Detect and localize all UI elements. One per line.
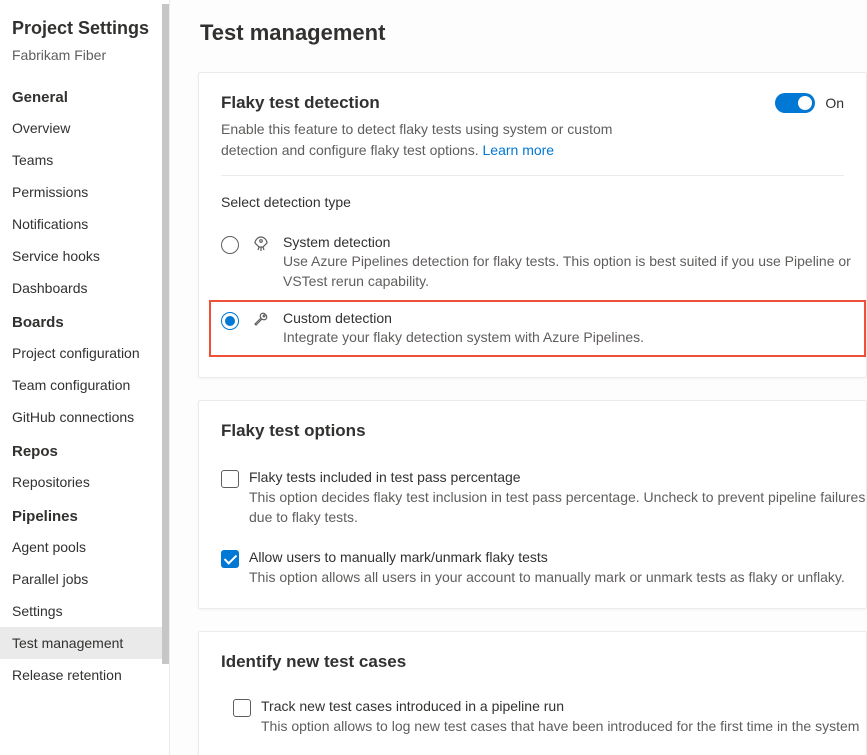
sidebar-item-dashboards[interactable]: Dashboards — [0, 272, 169, 304]
sidebar-item-github-connections[interactable]: GitHub connections — [0, 401, 169, 433]
radio-input-custom[interactable] — [221, 312, 239, 330]
radio-system-description: Use Azure Pipelines detection for flaky … — [283, 251, 856, 292]
page-title: Test management — [198, 20, 867, 46]
sidebar-item-teams[interactable]: Teams — [0, 144, 169, 176]
checkbox-track-new-title: Track new test cases introduced in a pip… — [261, 698, 866, 714]
flaky-options-title: Flaky test options — [221, 421, 866, 441]
sidebar-item-team-configuration[interactable]: Team configuration — [0, 369, 169, 401]
sidebar-item-service-hooks[interactable]: Service hooks — [0, 240, 169, 272]
radio-system-title: System detection — [283, 234, 856, 250]
checkbox-manual-mark-description: This option allows all users in your acc… — [249, 567, 866, 587]
flaky-detection-toggle-label: On — [825, 95, 844, 111]
main-content: Test management Flaky test detection Ena… — [170, 0, 867, 755]
checkbox-manual-mark[interactable] — [221, 550, 239, 568]
sidebar: Project Settings Fabrikam Fiber General … — [0, 0, 170, 755]
sidebar-item-agent-pools[interactable]: Agent pools — [0, 531, 169, 563]
radio-system-detection[interactable]: System detection Use Azure Pipelines det… — [221, 226, 866, 300]
wrench-icon — [253, 312, 269, 331]
flaky-detection-title: Flaky test detection — [221, 93, 651, 113]
sidebar-section-pipelines: Pipelines — [0, 498, 169, 531]
sidebar-section-repos: Repos — [0, 433, 169, 466]
learn-more-link[interactable]: Learn more — [483, 142, 555, 158]
card-flaky-options: Flaky test options Flaky tests included … — [198, 400, 867, 609]
sidebar-project-name: Fabrikam Fiber — [0, 45, 169, 79]
card-flaky-detection: Flaky test detection Enable this feature… — [198, 72, 867, 378]
checkbox-track-new-description: This option allows to log new test cases… — [261, 716, 866, 736]
sidebar-item-settings[interactable]: Settings — [0, 595, 169, 627]
checkbox-pass-percentage-description: This option decides flaky test inclusion… — [249, 487, 866, 528]
radio-custom-detection[interactable]: Custom detection Integrate your flaky de… — [209, 300, 866, 357]
checkbox-pass-percentage-title: Flaky tests included in test pass percen… — [249, 469, 866, 485]
radio-custom-description: Integrate your flaky detection system wi… — [283, 327, 864, 347]
divider — [221, 175, 844, 176]
checkbox-row-manual-mark: Allow users to manually mark/unmark flak… — [221, 549, 866, 587]
identify-new-title: Identify new test cases — [221, 652, 866, 672]
radio-input-system[interactable] — [221, 236, 239, 254]
checkbox-pass-percentage[interactable] — [221, 470, 239, 488]
radio-custom-title: Custom detection — [283, 310, 864, 326]
sidebar-item-overview[interactable]: Overview — [0, 112, 169, 144]
flaky-detection-description: Enable this feature to detect flaky test… — [221, 119, 651, 161]
sidebar-item-test-management[interactable]: Test management — [0, 627, 169, 659]
checkbox-row-track-new: Track new test cases introduced in a pip… — [221, 698, 866, 736]
checkbox-track-new[interactable] — [233, 699, 251, 717]
detection-type-label: Select detection type — [221, 194, 866, 210]
sidebar-scrollbar[interactable] — [162, 4, 169, 664]
sidebar-item-project-configuration[interactable]: Project configuration — [0, 337, 169, 369]
sidebar-item-parallel-jobs[interactable]: Parallel jobs — [0, 563, 169, 595]
sidebar-section-general: General — [0, 79, 169, 112]
sidebar-item-repositories[interactable]: Repositories — [0, 466, 169, 498]
checkbox-row-pass-percentage: Flaky tests included in test pass percen… — [221, 469, 866, 528]
checkbox-manual-mark-title: Allow users to manually mark/unmark flak… — [249, 549, 866, 565]
card-identify-new: Identify new test cases Track new test c… — [198, 631, 867, 755]
sidebar-title: Project Settings — [0, 14, 169, 45]
sidebar-item-notifications[interactable]: Notifications — [0, 208, 169, 240]
flaky-detection-toggle[interactable] — [775, 93, 815, 113]
rocket-icon — [253, 236, 269, 255]
sidebar-item-release-retention[interactable]: Release retention — [0, 659, 169, 691]
sidebar-item-permissions[interactable]: Permissions — [0, 176, 169, 208]
sidebar-section-boards: Boards — [0, 304, 169, 337]
